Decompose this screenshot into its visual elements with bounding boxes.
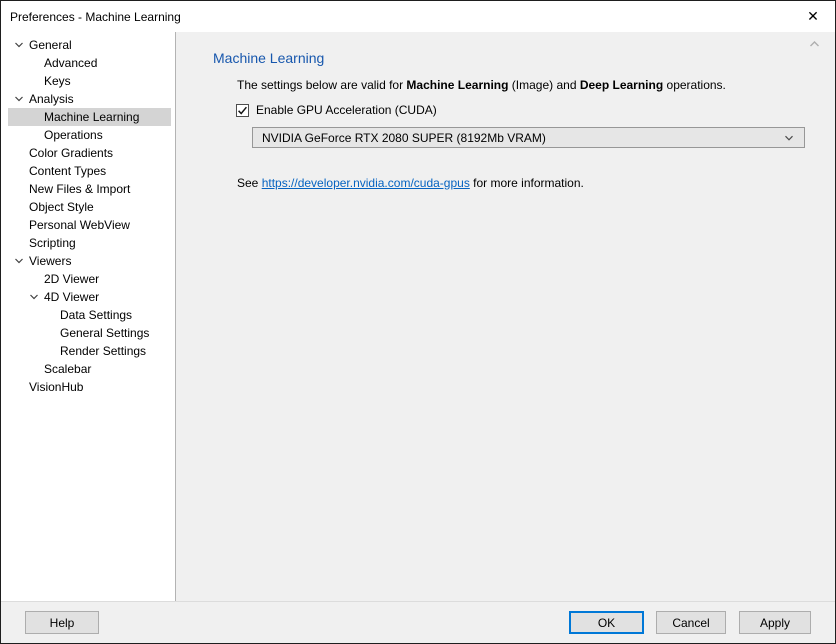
sidebar-item-label: Object Style xyxy=(29,200,94,214)
checkmark-icon xyxy=(236,104,249,117)
sidebar-item-label: Operations xyxy=(44,128,103,142)
chevron-placeholder xyxy=(28,108,40,126)
chevron-placeholder xyxy=(28,360,40,378)
chevron-down-icon xyxy=(783,132,795,144)
apply-button[interactable]: Apply xyxy=(739,611,811,634)
chevron-placeholder xyxy=(28,72,40,90)
sidebar-item-label: Machine Learning xyxy=(44,110,139,124)
gpu-acceleration-row: Enable GPU Acceleration (CUDA) xyxy=(236,103,835,117)
preferences-tree: General Advanced Keys Analysis Machine L… xyxy=(1,32,176,601)
description-text: The settings below are valid for xyxy=(237,78,406,92)
description-text: operations. xyxy=(663,78,726,92)
sidebar-item-label: Scripting xyxy=(29,236,76,250)
ok-button[interactable]: OK xyxy=(569,611,644,634)
sidebar-item-visionhub[interactable]: VisionHub xyxy=(8,378,171,396)
chevron-placeholder xyxy=(13,216,25,234)
gpu-device-value: NVIDIA GeForce RTX 2080 SUPER (8192Mb VR… xyxy=(262,131,546,145)
sidebar-item-label: Render Settings xyxy=(60,344,146,358)
sidebar-item-label: VisionHub xyxy=(29,380,83,394)
chevron-placeholder xyxy=(28,126,40,144)
sidebar-item-scalebar[interactable]: Scalebar xyxy=(8,360,171,378)
chevron-placeholder xyxy=(13,144,25,162)
chevron-placeholder xyxy=(13,378,25,396)
settings-panel: Machine Learning The settings below are … xyxy=(176,32,835,601)
description-bold-deep-learning: Deep Learning xyxy=(580,78,663,92)
chevron-down-icon[interactable] xyxy=(13,252,25,270)
chevron-up-icon xyxy=(808,39,821,49)
cuda-gpus-link[interactable]: https://developer.nvidia.com/cuda-gpus xyxy=(262,176,470,190)
sidebar-item-label: Personal WebView xyxy=(29,218,130,232)
sidebar-item-machine-learning[interactable]: Machine Learning xyxy=(8,108,171,126)
close-icon: ✕ xyxy=(807,8,819,25)
title-bar: Preferences - Machine Learning ✕ xyxy=(1,1,835,32)
sidebar-item-label: Scalebar xyxy=(44,362,91,376)
sidebar-item-viewers[interactable]: Viewers xyxy=(8,252,171,270)
chevron-down-icon[interactable] xyxy=(13,90,25,108)
sidebar-item-object-style[interactable]: Object Style xyxy=(8,198,171,216)
sidebar-item-color-gradients[interactable]: Color Gradients xyxy=(8,144,171,162)
description-bold-machine-learning: Machine Learning xyxy=(406,78,508,92)
chevron-placeholder xyxy=(44,342,56,360)
close-button[interactable]: ✕ xyxy=(791,1,835,32)
chevron-placeholder xyxy=(28,270,40,288)
sidebar-item-label: 4D Viewer xyxy=(44,290,99,304)
sidebar-item-label: New Files & Import xyxy=(29,182,130,196)
sidebar-item-scripting[interactable]: Scripting xyxy=(8,234,171,252)
help-button[interactable]: Help xyxy=(25,611,99,634)
sidebar-item-label: Viewers xyxy=(29,254,71,268)
chevron-placeholder xyxy=(28,54,40,72)
sidebar-item-label: 2D Viewer xyxy=(44,272,99,286)
chevron-placeholder xyxy=(13,198,25,216)
sidebar-item-new-files-import[interactable]: New Files & Import xyxy=(8,180,171,198)
preferences-dialog: Preferences - Machine Learning ✕ General… xyxy=(0,0,836,644)
sidebar-item-label: Data Settings xyxy=(60,308,132,322)
sidebar-item-analysis[interactable]: Analysis xyxy=(8,90,171,108)
sidebar-item-2d-viewer[interactable]: 2D Viewer xyxy=(8,270,171,288)
sidebar-item-advanced[interactable]: Advanced xyxy=(8,54,171,72)
sidebar-item-label: Content Types xyxy=(29,164,106,178)
sidebar-item-label: General xyxy=(29,38,72,52)
sidebar-item-label: Keys xyxy=(44,74,71,88)
gpu-acceleration-label[interactable]: Enable GPU Acceleration (CUDA) xyxy=(256,103,437,117)
description-text: (Image) and xyxy=(508,78,579,92)
sidebar-item-4d-viewer[interactable]: 4D Viewer xyxy=(8,288,171,306)
info-text: See xyxy=(237,176,262,190)
section-collapse-button[interactable] xyxy=(806,37,822,51)
sidebar-item-operations[interactable]: Operations xyxy=(8,126,171,144)
sidebar-item-render-settings[interactable]: Render Settings xyxy=(8,342,171,360)
info-text: for more information. xyxy=(470,176,584,190)
window-title: Preferences - Machine Learning xyxy=(10,10,181,24)
sidebar-item-general-settings[interactable]: General Settings xyxy=(8,324,171,342)
gpu-device-select[interactable]: NVIDIA GeForce RTX 2080 SUPER (8192Mb VR… xyxy=(252,127,805,148)
chevron-down-icon[interactable] xyxy=(28,288,40,306)
chevron-down-icon[interactable] xyxy=(13,36,25,54)
chevron-placeholder xyxy=(44,306,56,324)
sidebar-item-label: Color Gradients xyxy=(29,146,113,160)
cuda-info-line: See https://developer.nvidia.com/cuda-gp… xyxy=(237,176,835,191)
cancel-button[interactable]: Cancel xyxy=(656,611,726,634)
sidebar-item-content-types[interactable]: Content Types xyxy=(8,162,171,180)
sidebar-item-personal-webview[interactable]: Personal WebView xyxy=(8,216,171,234)
sidebar-item-label: General Settings xyxy=(60,326,149,340)
chevron-placeholder xyxy=(44,324,56,342)
gpu-acceleration-checkbox[interactable] xyxy=(236,104,249,117)
sidebar-item-keys[interactable]: Keys xyxy=(8,72,171,90)
sidebar-item-general[interactable]: General xyxy=(8,36,171,54)
sidebar-item-label: Advanced xyxy=(44,56,97,70)
chevron-placeholder xyxy=(13,234,25,252)
section-title: Machine Learning xyxy=(213,50,835,66)
dialog-footer: Help OK Cancel Apply xyxy=(1,601,835,643)
chevron-placeholder xyxy=(13,180,25,198)
sidebar-item-label: Analysis xyxy=(29,92,74,106)
chevron-placeholder xyxy=(13,162,25,180)
dialog-body: General Advanced Keys Analysis Machine L… xyxy=(1,32,835,601)
sidebar-item-data-settings[interactable]: Data Settings xyxy=(8,306,171,324)
settings-description: The settings below are valid for Machine… xyxy=(237,78,835,93)
